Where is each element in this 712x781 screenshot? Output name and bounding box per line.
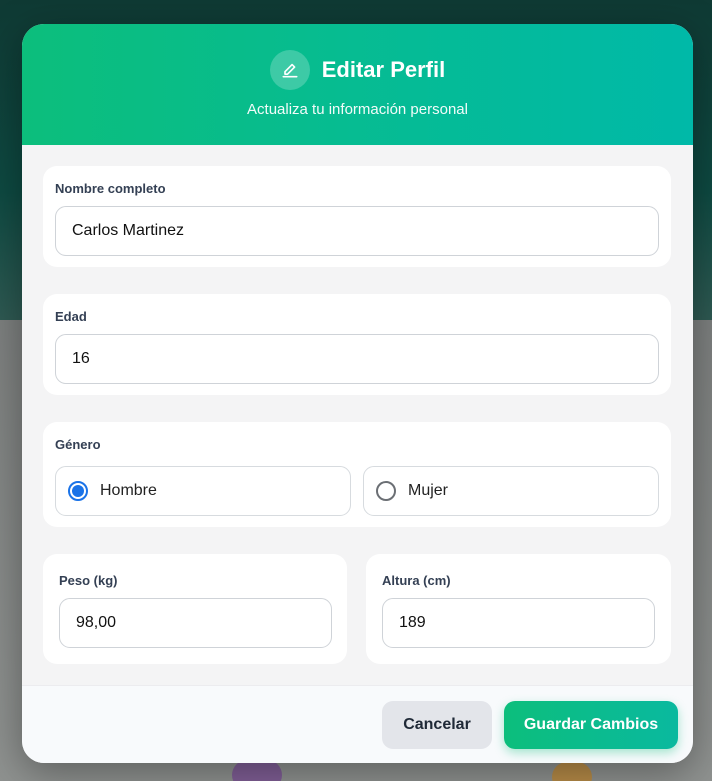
modal-title-row: Editar Perfil <box>22 50 693 90</box>
age-label: Edad <box>55 309 87 324</box>
modal-footer: Cancelar Guardar Cambios <box>22 685 693 763</box>
modal-subtitle: Actualiza tu información personal <box>247 101 468 118</box>
radio-button-checked[interactable] <box>68 481 88 501</box>
modal-header: Editar Perfil Actualiza tu información p… <box>22 24 693 145</box>
backdrop-blob <box>552 762 592 781</box>
age-field-card: Edad 16 <box>43 294 671 395</box>
height-label: Altura (cm) <box>382 573 451 588</box>
gender-option-label: Mujer <box>408 482 449 499</box>
name-input[interactable]: Carlos Martinez <box>55 206 659 256</box>
weight-input[interactable]: 98,00 <box>59 598 332 648</box>
name-field-card: Nombre completo Carlos Martinez <box>43 166 671 267</box>
cancel-button[interactable]: Cancelar <box>382 701 492 749</box>
modal-title: Editar Perfil <box>321 57 446 82</box>
gender-option-hombre[interactable]: Hombre <box>55 466 351 516</box>
gender-label: Género <box>55 437 101 452</box>
gender-field-card: Género Hombre Mujer <box>43 422 671 527</box>
weight-field-card: Peso (kg) 98,00 <box>43 554 347 664</box>
height-field-card: Altura (cm) 189 <box>366 554 671 664</box>
weight-label: Peso (kg) <box>59 573 118 588</box>
gender-option-label: Hombre <box>100 482 157 499</box>
age-input[interactable]: 16 <box>55 334 659 384</box>
name-label: Nombre completo <box>55 181 166 196</box>
edit-profile-modal: Editar Perfil Actualiza tu información p… <box>22 24 693 763</box>
height-input[interactable]: 189 <box>382 598 655 648</box>
save-changes-button[interactable]: Guardar Cambios <box>504 701 678 749</box>
gender-option-mujer[interactable]: Mujer <box>363 466 659 516</box>
backdrop-blob <box>232 760 282 781</box>
radio-button-unchecked[interactable] <box>376 481 396 501</box>
pencil-edit-icon <box>269 50 310 90</box>
